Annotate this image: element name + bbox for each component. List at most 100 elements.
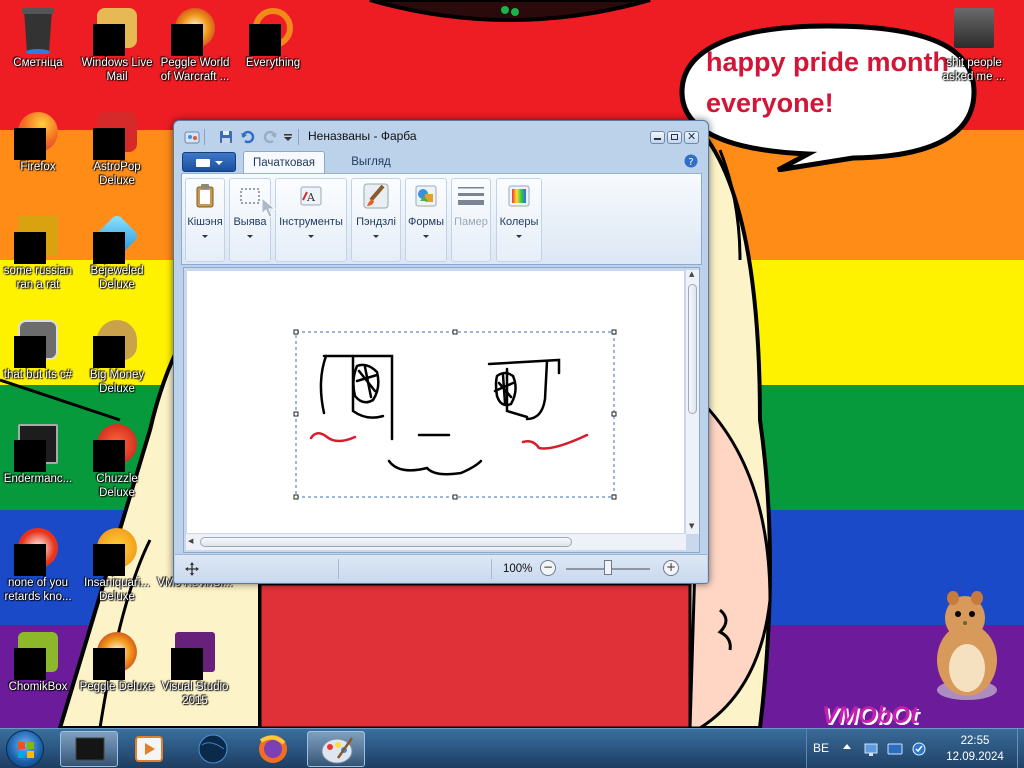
status-separator bbox=[491, 559, 492, 579]
desktop-icon-visual-studio[interactable]: Visual Studio 2015 bbox=[155, 626, 235, 722]
scroll-up-icon[interactable]: ▲ bbox=[689, 270, 694, 278]
move-cursor-icon bbox=[185, 562, 199, 576]
redo-icon[interactable] bbox=[262, 129, 278, 145]
shapes-label: Формы bbox=[407, 216, 445, 228]
zoom-out-button[interactable]: − bbox=[540, 560, 556, 576]
desktop-icon-big-money[interactable]: Big Money Deluxe bbox=[77, 314, 157, 410]
desktop-icon-everything[interactable]: Everything bbox=[233, 2, 313, 98]
desktop-icon-label: some russian ran a rat bbox=[3, 265, 73, 291]
help-icon[interactable]: ? bbox=[684, 154, 698, 168]
desktop-icon-shit-people-asked[interactable]: shit people asked me ... bbox=[934, 2, 1014, 98]
tools-button[interactable]: A Інструменты bbox=[275, 178, 347, 262]
fish-icon bbox=[93, 526, 141, 576]
desktop-icon-astropop[interactable]: AstroPop Deluxe bbox=[77, 106, 157, 202]
undo-icon[interactable] bbox=[240, 129, 256, 145]
maximize-button[interactable] bbox=[667, 131, 682, 144]
desktop-icon-none-of-you[interactable]: none of you retards kno... bbox=[0, 522, 78, 618]
start-button[interactable] bbox=[6, 730, 44, 768]
chevron-down-icon bbox=[373, 235, 379, 238]
peggle-icon bbox=[93, 630, 141, 680]
bubble-text: happy pride month everyone! bbox=[706, 47, 949, 118]
desktop-icon-label: Firefox bbox=[20, 161, 56, 173]
desktop-icon-label: that but its c# bbox=[3, 369, 73, 381]
vertical-scroll-thumb[interactable] bbox=[688, 284, 697, 414]
taskbar-media-player[interactable] bbox=[120, 731, 178, 767]
desktop-icon-some-russian[interactable]: some russian ran a rat bbox=[0, 210, 78, 306]
brushes-button[interactable]: Пэндзлі bbox=[351, 178, 401, 262]
show-hidden-icons-icon[interactable] bbox=[843, 744, 851, 749]
chevron-down-icon bbox=[215, 161, 223, 165]
desktop-icon-label: Insaniquari... Deluxe bbox=[84, 577, 150, 603]
clipboard-label: Кішэня bbox=[187, 216, 223, 228]
desktop-icon-insaniquarium[interactable]: Insaniquari... Deluxe bbox=[77, 522, 157, 618]
taskbar-globe[interactable] bbox=[184, 731, 242, 767]
show-desktop-button[interactable] bbox=[1017, 729, 1024, 768]
window-title: Неназваны - Фарба bbox=[308, 129, 417, 143]
desktop-icon-chuzzle[interactable]: Chuzzle Deluxe bbox=[77, 418, 157, 514]
action-center-icon[interactable] bbox=[911, 741, 927, 757]
firefox-icon bbox=[259, 735, 287, 763]
scroll-down-icon[interactable]: ▼ bbox=[689, 522, 694, 530]
clipboard-button[interactable]: Кішэня bbox=[185, 178, 225, 262]
scroll-left-icon[interactable]: ◀ bbox=[188, 537, 193, 545]
zoom-in-button[interactable]: + bbox=[663, 560, 679, 576]
status-bar: 100% − + bbox=[175, 554, 707, 582]
desktop-icon-label: Windows Live Mail bbox=[81, 57, 153, 83]
desktop-icon-bejeweled[interactable]: Bejeweled Deluxe bbox=[77, 210, 157, 306]
clock-time[interactable]: 22:55 bbox=[945, 735, 1005, 747]
desktop-icon-windows-live-mail[interactable]: Windows Live Mail bbox=[77, 2, 157, 98]
customize-toolbar-icon[interactable] bbox=[282, 129, 298, 145]
title-bar[interactable]: Неназваны - Фарба ✕ bbox=[174, 121, 708, 149]
desktop-icon-that-but-csharp[interactable]: that but its c# bbox=[0, 314, 78, 410]
desktop-icon-label: Peggle Deluxe bbox=[79, 681, 155, 693]
chevron-down-icon bbox=[247, 235, 253, 238]
shapes-button[interactable]: Формы bbox=[405, 178, 447, 262]
paint-app-icon[interactable] bbox=[184, 129, 200, 145]
image-button[interactable]: Выява bbox=[229, 178, 271, 262]
hamster-image bbox=[937, 591, 997, 700]
status-separator bbox=[338, 559, 339, 579]
taskbar: BE 22:55 12.09.2024 bbox=[0, 728, 1024, 768]
desktop-icon-label: Visual Studio 2015 bbox=[161, 681, 229, 707]
taskbar-recycle-bin[interactable] bbox=[60, 731, 118, 767]
close-button[interactable]: ✕ bbox=[684, 130, 699, 144]
gem-icon bbox=[93, 213, 141, 264]
file-menu-button[interactable] bbox=[182, 152, 236, 172]
drawing-canvas[interactable] bbox=[187, 271, 684, 533]
desktop-icon-label: none of you retards kno... bbox=[4, 577, 72, 603]
language-indicator[interactable]: BE bbox=[813, 741, 829, 755]
canvas-area[interactable]: ▲ ▼ ◀ bbox=[183, 267, 700, 553]
desktop-icon-label: AstroPop Deluxe bbox=[93, 161, 141, 187]
desktop-icon-peggle-deluxe[interactable]: Peggle Deluxe bbox=[77, 626, 157, 722]
mail-icon bbox=[93, 6, 141, 56]
desktop-icon-chomikbox[interactable]: ChomikBox bbox=[0, 626, 78, 722]
desktop-icon-peggle-wow[interactable]: Peggle World of Warcraft ... bbox=[155, 2, 235, 98]
display-icon[interactable] bbox=[887, 741, 903, 757]
window-app-icon bbox=[75, 737, 105, 761]
zoom-slider-thumb[interactable] bbox=[604, 560, 612, 575]
globe-icon bbox=[198, 734, 228, 764]
tab-view[interactable]: Выгляд bbox=[331, 151, 411, 173]
taskbar-paint[interactable] bbox=[307, 731, 365, 767]
vertical-scrollbar[interactable]: ▲ ▼ bbox=[686, 270, 699, 534]
desktop-icon-firefox[interactable]: Firefox bbox=[0, 106, 78, 202]
window-icon bbox=[14, 318, 62, 368]
size-button[interactable]: Памер bbox=[451, 178, 491, 262]
horizontal-scroll-thumb[interactable] bbox=[200, 537, 572, 547]
peggle-icon bbox=[171, 6, 219, 56]
desktop-icon-recycle-bin[interactable]: Сметніца bbox=[0, 2, 78, 98]
network-icon[interactable] bbox=[863, 741, 879, 757]
taskbar-firefox[interactable] bbox=[244, 731, 302, 767]
clock-date[interactable]: 12.09.2024 bbox=[939, 751, 1011, 763]
horizontal-scrollbar[interactable]: ◀ bbox=[186, 534, 686, 550]
tab-home[interactable]: Пачатковая bbox=[243, 151, 325, 173]
console-icon bbox=[14, 422, 62, 472]
desktop-icon-endermanc[interactable]: Endermanc... bbox=[0, 418, 78, 514]
minimize-button[interactable] bbox=[650, 131, 665, 144]
desktop-icon-label: ChomikBox bbox=[8, 681, 68, 693]
clipboard-icon bbox=[196, 184, 214, 208]
save-icon[interactable] bbox=[218, 129, 234, 145]
colors-button[interactable]: Колеры bbox=[496, 178, 542, 262]
desktop-icon-label: Big Money Deluxe bbox=[89, 369, 145, 395]
desktop-icon-label: shit people asked me ... bbox=[942, 57, 1006, 83]
